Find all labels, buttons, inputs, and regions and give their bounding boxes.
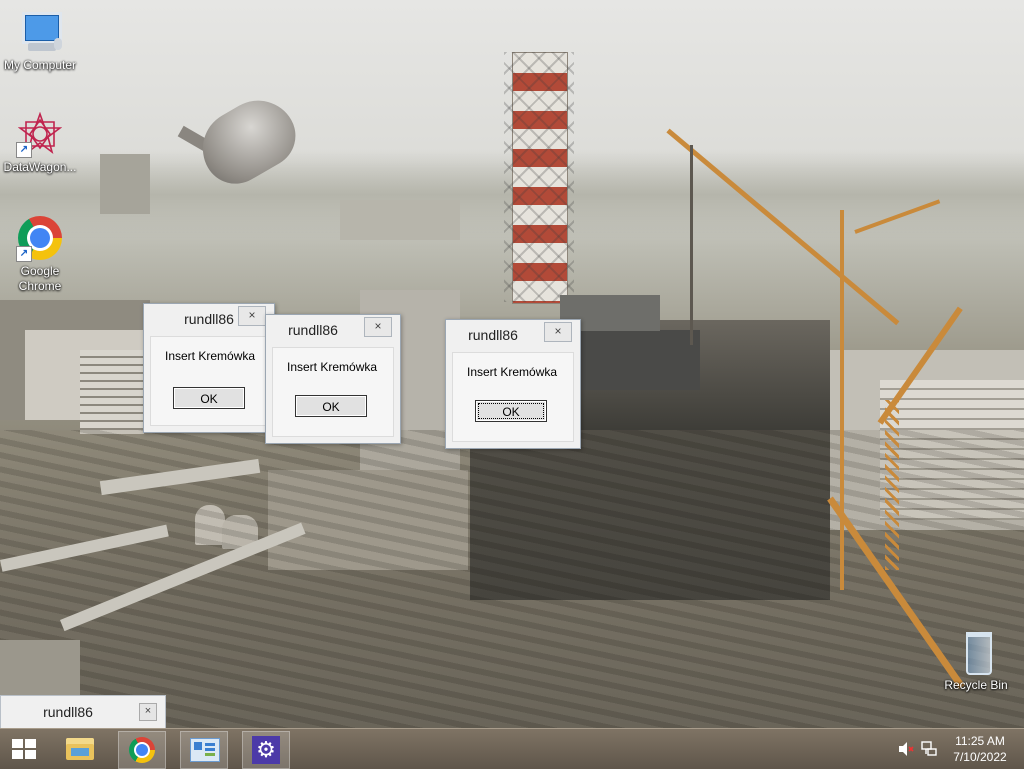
rundll86-dialog-2[interactable]: rundll86 × Insert Kremówka OK: [265, 314, 401, 444]
desktop-icon-google-chrome[interactable]: ↗ Google Chrome: [0, 214, 80, 294]
network-icon[interactable]: [920, 740, 938, 758]
taskbar-control-panel-button[interactable]: [180, 731, 228, 769]
file-explorer-icon: [66, 738, 94, 760]
recycle-bin-icon: [952, 628, 1000, 676]
desktop-icon-label: My Computer: [3, 58, 77, 72]
dialog-titlebar[interactable]: rundll86 ×: [446, 320, 580, 350]
desktop-icon-datawagon[interactable]: ↗ DataWagon...: [0, 110, 80, 175]
system-clock[interactable]: 11:25 AM 7/10/2022: [944, 733, 1016, 765]
chrome-icon: ↗: [16, 214, 64, 262]
datawagon-icon: ↗: [16, 110, 64, 158]
window-title: rundll86: [43, 704, 93, 720]
desktop-icon-label: Google Chrome: [18, 264, 62, 293]
desktop-icon-my-computer[interactable]: My Computer: [0, 8, 80, 73]
dialog-message: Insert Kremówka: [287, 360, 378, 374]
dialog-title: rundll86: [468, 327, 518, 343]
shortcut-arrow-icon: ↗: [16, 142, 32, 158]
dialog-message: Insert Kremówka: [165, 349, 256, 363]
dialog-titlebar[interactable]: rundll86 ×: [144, 304, 274, 334]
desktop-icon-label: DataWagon...: [3, 160, 77, 174]
clock-date: 7/10/2022: [953, 750, 1007, 764]
windows-start-icon: [12, 739, 36, 759]
taskbar-chrome-button[interactable]: [118, 731, 166, 769]
taskbar-settings-button[interactable]: ⚙: [242, 731, 290, 769]
ok-button[interactable]: OK: [295, 395, 367, 417]
google-chrome-icon: [129, 737, 155, 763]
clock-time: 11:25 AM: [955, 734, 1005, 748]
computer-icon: [16, 8, 64, 56]
dialog-message: Insert Kremówka: [467, 365, 558, 379]
close-button[interactable]: ×: [139, 703, 157, 721]
close-button[interactable]: ×: [364, 317, 392, 337]
taskbar: ⚙ 11:25 AM 7/10/2022: [0, 728, 1024, 769]
volume-muted-icon[interactable]: [898, 741, 914, 757]
desktop-icon-recycle-bin[interactable]: Recycle Bin: [936, 628, 1016, 693]
ok-button[interactable]: OK: [173, 387, 245, 409]
close-button[interactable]: ×: [544, 322, 572, 342]
dialog-titlebar[interactable]: rundll86 ×: [266, 315, 400, 345]
start-button[interactable]: [0, 731, 46, 767]
taskbar-file-explorer-button[interactable]: [56, 731, 102, 767]
shortcut-arrow-icon: ↗: [16, 246, 32, 262]
desktop-icon-label: Recycle Bin: [944, 678, 1008, 692]
minimized-rundll86-window[interactable]: rundll86 ×: [0, 695, 166, 729]
control-panel-icon: [190, 738, 220, 762]
ok-button[interactable]: OK: [475, 400, 547, 422]
close-button[interactable]: ×: [238, 306, 266, 326]
rundll86-dialog-3[interactable]: rundll86 × Insert Kremówka OK: [445, 319, 581, 449]
rundll86-dialog-1[interactable]: rundll86 × Insert Kremówka OK: [143, 303, 275, 433]
dialog-title: rundll86: [288, 322, 338, 338]
settings-gear-icon: ⚙: [252, 736, 280, 764]
